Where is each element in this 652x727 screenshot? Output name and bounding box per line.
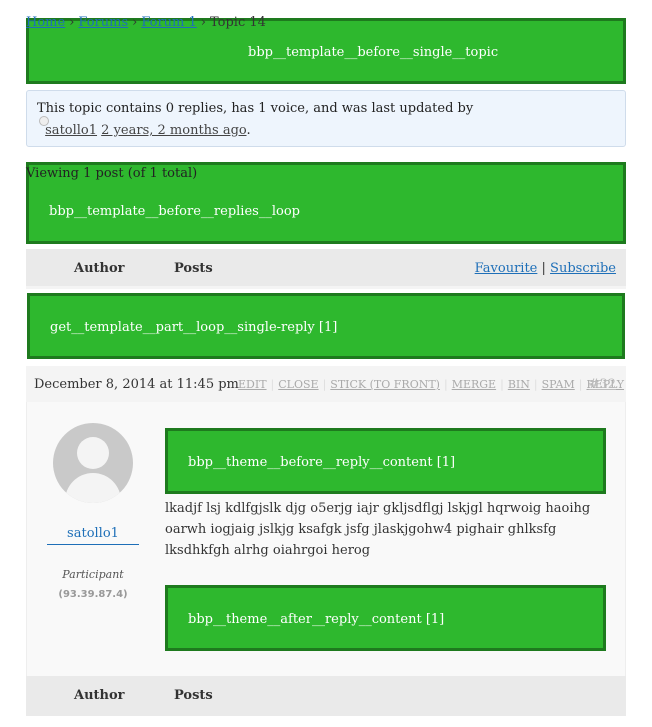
topic-freshness-link[interactable]: 2 years, 2 months ago <box>101 123 246 138</box>
hook-label: bbp__theme__after__reply__content [1] <box>188 612 445 627</box>
topic-actions: Favourite | Subscribe <box>475 261 616 276</box>
reply-author-role: Participant <box>62 568 124 581</box>
hook-label: get__template__part__loop__single-reply … <box>50 320 338 335</box>
avatar-body-shape <box>65 473 121 503</box>
hook-label: bbp__template__before__single__topic <box>248 45 499 60</box>
reply-edit-link[interactable]: EDIT <box>238 378 267 391</box>
reply-close-link[interactable]: CLOSE <box>278 378 318 391</box>
reply-spam-link[interactable]: SPAM <box>542 378 575 391</box>
mini-avatar-icon <box>39 116 49 126</box>
reply-merge-link[interactable]: MERGE <box>452 378 496 391</box>
breadcrumb-home[interactable]: Home <box>26 15 65 30</box>
reply-stick-link[interactable]: STICK (TO FRONT) <box>330 378 440 391</box>
breadcrumb: Home › Forums › Forum 1 › Topic 14 <box>26 15 266 30</box>
reply-post-date: December 8, 2014 at 11:45 pm <box>34 377 239 392</box>
hook-after-reply-content: bbp__theme__after__reply__content [1] <box>165 585 606 651</box>
pagination-count: Viewing 1 post (of 1 total) <box>26 166 198 181</box>
breadcrumb-separator: › <box>69 15 75 30</box>
hook-label: bbp__theme__before__reply__content [1] <box>188 455 456 470</box>
reply-admin-links: EDIT | CLOSE | STICK (TO FRONT) | MERGE | BIN | SP… <box>238 378 625 391</box>
favourite-link[interactable]: Favourite <box>475 261 538 276</box>
hook-before-reply-content: bbp__theme__before__reply__content [1] <box>165 428 606 494</box>
header-author: Author <box>74 261 125 276</box>
header-posts: Posts <box>174 261 213 276</box>
breadcrumb-separator: › <box>200 15 206 30</box>
reply-header: December 8, 2014 at 11:45 pm EDIT | CLOSE |… <box>26 366 626 402</box>
topic-info-text: This topic contains 0 replies, has 1 voi… <box>37 101 474 116</box>
avatar[interactable] <box>53 423 133 503</box>
replies-header: Author Posts Favourite | Subscribe <box>26 249 626 289</box>
reply-bin-link[interactable]: BIN <box>508 378 530 391</box>
topic-info-period: . <box>246 123 251 138</box>
hook-label: bbp__template__before__replies__loop <box>49 204 300 219</box>
topic-last-author-link[interactable]: satollo1 <box>45 123 97 138</box>
hook-loop-single-reply: get__template__part__loop__single-reply … <box>27 293 625 359</box>
reply-author-ip: (93.39.87.4) <box>58 589 128 600</box>
footer-posts: Posts <box>174 688 213 703</box>
breadcrumb-separator: › <box>132 15 138 30</box>
breadcrumb-forums[interactable]: Forums <box>78 15 128 30</box>
subscribe-link[interactable]: Subscribe <box>550 261 616 276</box>
reply-permalink[interactable]: #32 <box>589 377 616 392</box>
action-divider: | <box>541 261 546 276</box>
replies-footer: Author Posts <box>26 676 626 716</box>
reply-content: lkadjf lsj kdlfgjslk djg o5erjg iajr gkl… <box>165 501 591 558</box>
topic-info-notice: This topic contains 0 replies, has 1 voi… <box>26 90 626 147</box>
reply-author-name[interactable]: satollo1 <box>47 526 139 545</box>
footer-author: Author <box>74 688 125 703</box>
avatar-head-shape <box>77 437 109 469</box>
breadcrumb-forum-1[interactable]: Forum 1 <box>141 15 196 30</box>
reply-body: satollo1 Participant (93.39.87.4) bbp__t… <box>26 402 626 676</box>
breadcrumb-current: Topic 14 <box>209 15 266 30</box>
